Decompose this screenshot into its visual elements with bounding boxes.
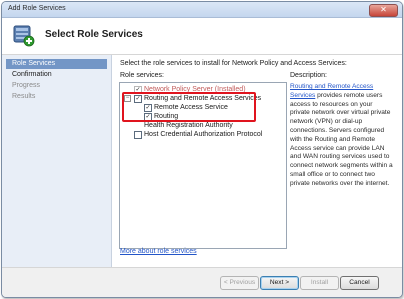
close-button[interactable]: ✕ (369, 4, 398, 17)
description-label: Description: (290, 72, 327, 79)
next-button[interactable]: Next > (260, 276, 299, 290)
window-title: Add Role Services (8, 5, 66, 12)
role-services-tree[interactable]: ✓ Network Policy Server (Installed) − ✓ … (119, 82, 287, 249)
checkbox[interactable]: ✓ (134, 95, 142, 103)
description-text: Routing and Remote Access Services provi… (290, 83, 394, 189)
wizard-steps-sidebar: Role Services Confirmation Progress Resu… (2, 55, 112, 267)
checkbox: ✓ (134, 86, 142, 94)
wizard-header: Select Role Services (2, 18, 402, 55)
wizard-footer: < Previous Next > Install Cancel (2, 267, 402, 297)
title-bar: Add Role Services ✕ (2, 2, 402, 18)
install-button[interactable]: Install (300, 276, 339, 290)
sidebar-item-results: Results (12, 93, 36, 100)
role-services-add-icon (13, 25, 35, 47)
cancel-button[interactable]: Cancel (340, 276, 379, 290)
sidebar-item-role-services[interactable]: Role Services (6, 59, 107, 69)
sidebar-item-progress: Progress (12, 82, 41, 89)
checkbox[interactable]: ✓ (144, 104, 152, 112)
instruction-text: Select the role services to install for … (120, 60, 347, 67)
page-title: Select Role Services (45, 29, 143, 40)
description-body: provides remote users access to resource… (290, 91, 393, 187)
checkbox[interactable]: ✓ (144, 113, 152, 121)
main-content: Select the role services to install for … (112, 55, 402, 267)
sidebar-item-confirmation[interactable]: Confirmation (6, 70, 107, 80)
role-services-label: Role services: (120, 72, 164, 79)
checkbox[interactable] (134, 131, 142, 139)
more-about-role-services-link[interactable]: More about role services (120, 248, 197, 255)
collapse-icon[interactable]: − (124, 95, 131, 102)
previous-button[interactable]: < Previous (220, 276, 259, 290)
add-role-services-window: Add Role Services ✕ Select Role Services… (1, 1, 403, 298)
